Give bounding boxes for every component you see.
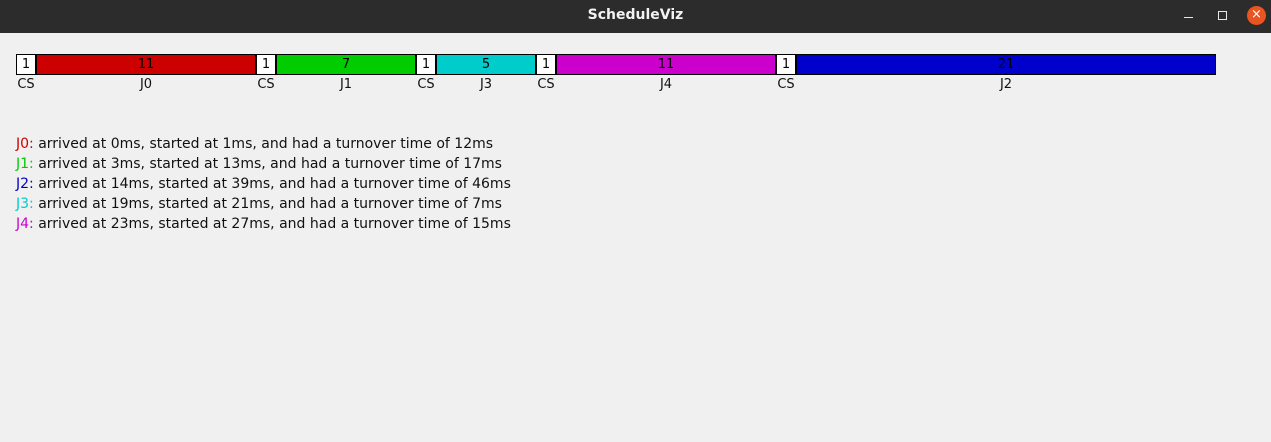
- job-details: arrived at 3ms, started at 13ms, and had…: [33, 156, 502, 172]
- job-name: J3:: [16, 196, 34, 212]
- job-summary: J0: arrived at 0ms, started at 1ms, and …: [16, 134, 511, 234]
- context-switch-segment: 1: [16, 54, 36, 75]
- job-segment-j0: 11: [36, 54, 256, 75]
- summary-row: J0: arrived at 0ms, started at 1ms, and …: [16, 134, 511, 154]
- job-segment-j4: 11: [556, 54, 776, 75]
- gantt-chart: 1 CS 11 J0 1 CS 7 J1 1 CS 5 J3 1 CS 11 J4 1 CS 21 J2: [0, 0, 1271, 100]
- job-segment-j3: 5: [436, 54, 536, 75]
- context-switch-segment: 1: [416, 54, 436, 75]
- job-name: J0:: [16, 136, 34, 152]
- summary-row: J2: arrived at 14ms, started at 39ms, an…: [16, 174, 511, 194]
- context-switch-segment: 1: [536, 54, 556, 75]
- summary-row: J4: arrived at 23ms, started at 27ms, an…: [16, 214, 511, 234]
- job-details: arrived at 0ms, started at 1ms, and had …: [33, 136, 494, 152]
- job-details: arrived at 14ms, started at 39ms, and ha…: [33, 176, 511, 192]
- context-switch-segment: 1: [776, 54, 796, 75]
- segment-label: J2: [999, 77, 1013, 92]
- segment-label: CS: [257, 77, 275, 92]
- summary-row: J1: arrived at 3ms, started at 13ms, and…: [16, 154, 511, 174]
- segment-label: J0: [139, 77, 153, 92]
- segment-label: J1: [339, 77, 353, 92]
- summary-row: J3: arrived at 19ms, started at 21ms, an…: [16, 194, 511, 214]
- job-name: J2:: [16, 176, 34, 192]
- segment-label: J3: [479, 77, 493, 92]
- segment-label: CS: [777, 77, 795, 92]
- job-name: J1:: [16, 156, 34, 172]
- context-switch-segment: 1: [256, 54, 276, 75]
- job-segment-j1: 7: [276, 54, 416, 75]
- segment-label: CS: [537, 77, 555, 92]
- segment-label: CS: [417, 77, 435, 92]
- job-details: arrived at 19ms, started at 21ms, and ha…: [33, 196, 502, 212]
- segment-label: J4: [659, 77, 673, 92]
- segment-label: CS: [17, 77, 35, 92]
- job-details: arrived at 23ms, started at 27ms, and ha…: [33, 216, 511, 232]
- job-name: J4:: [16, 216, 34, 232]
- job-segment-j2: 21: [796, 54, 1216, 75]
